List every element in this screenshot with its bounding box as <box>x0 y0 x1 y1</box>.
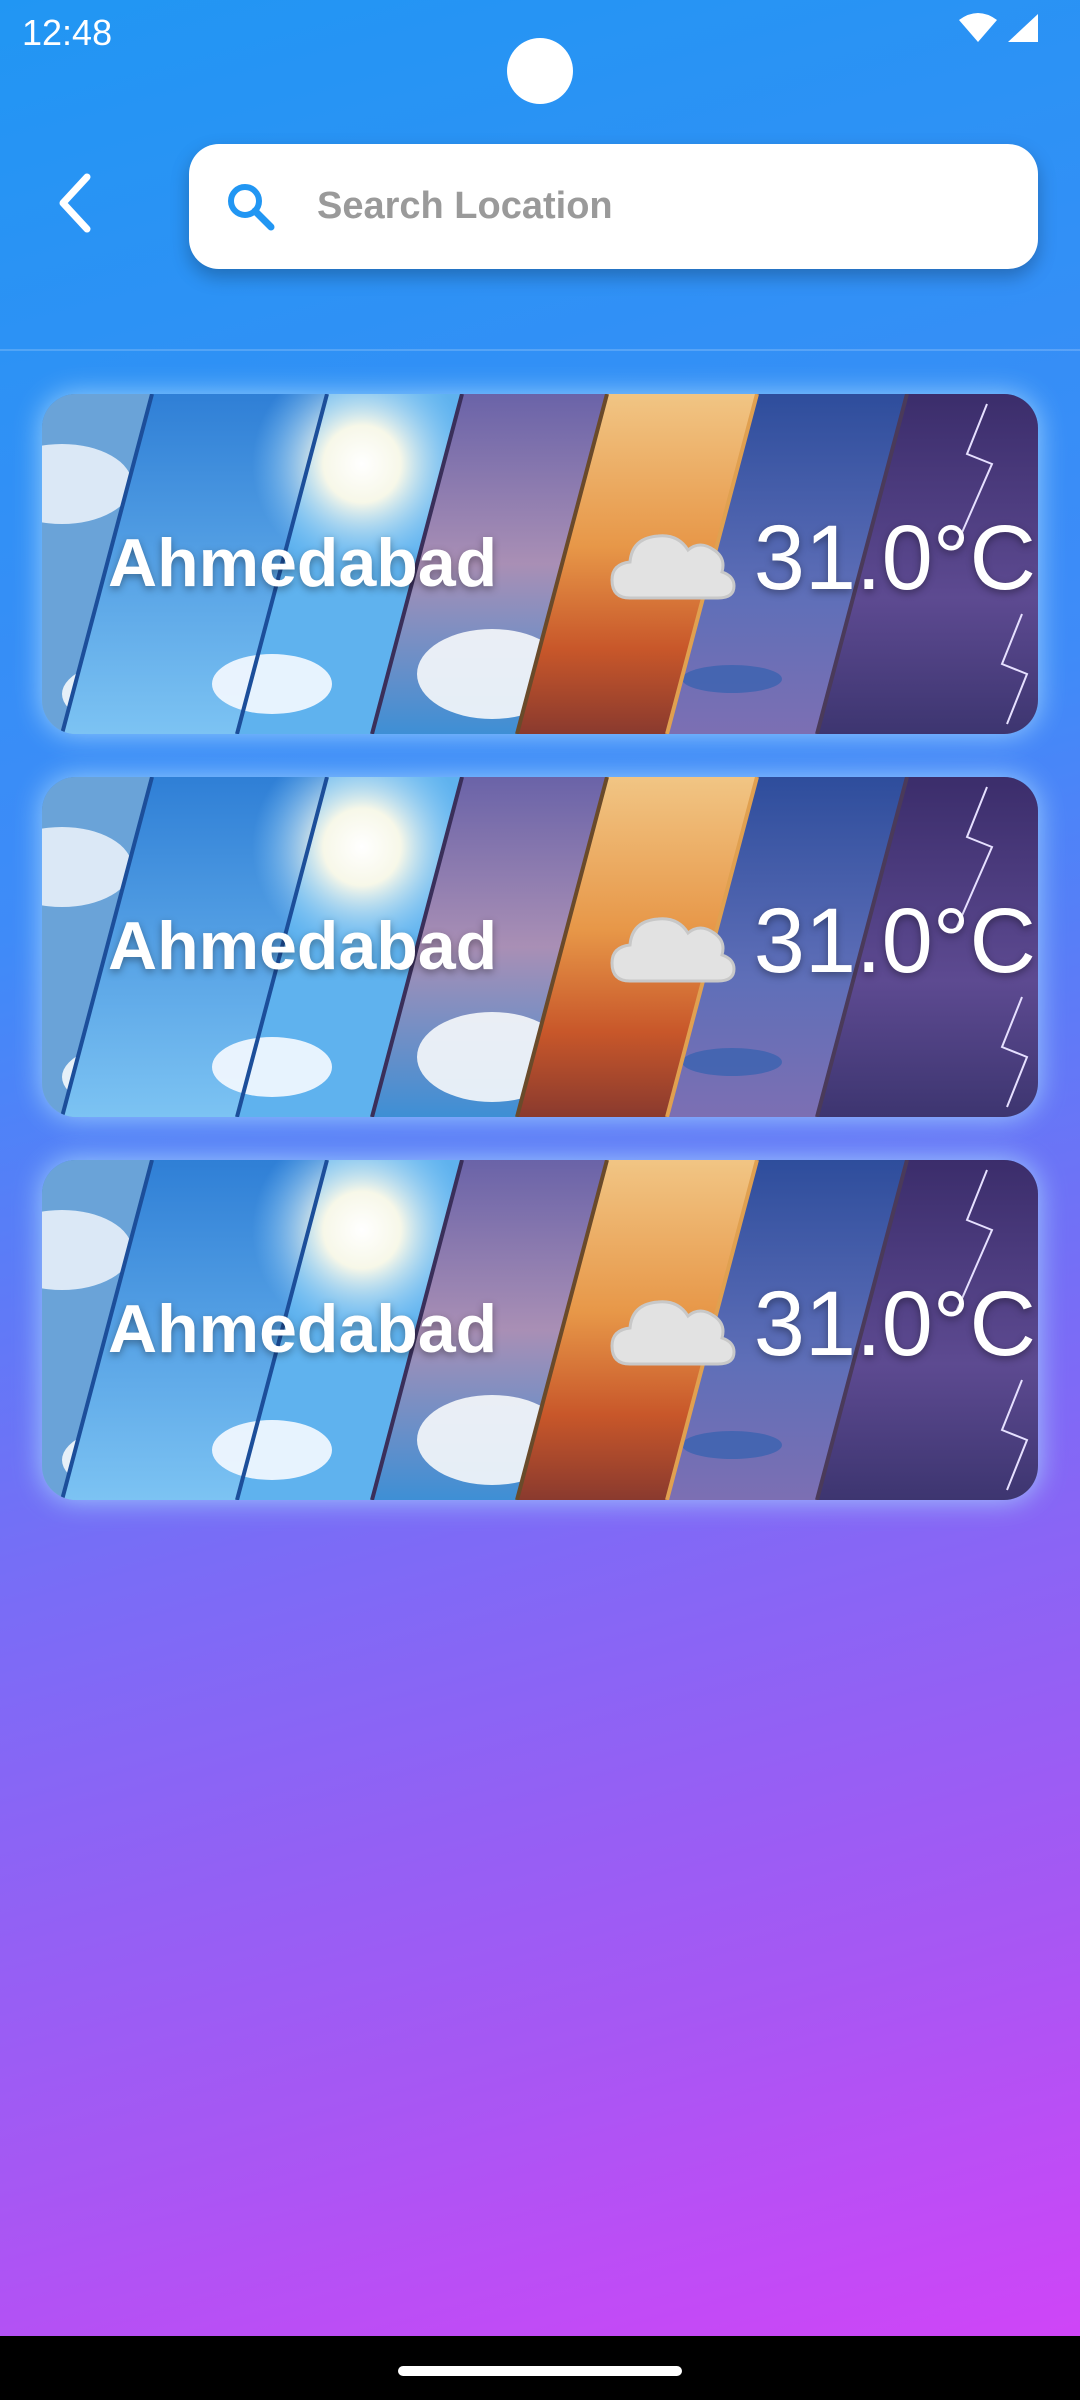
status-time: 12:48 <box>22 12 113 53</box>
status-icons <box>958 12 1040 49</box>
wifi-icon <box>958 12 998 49</box>
city-name: Ahmedabad <box>108 1291 498 1367</box>
header-divider <box>0 349 1080 351</box>
temperature: 31.0°C <box>753 1273 1036 1375</box>
temperature: 31.0°C <box>753 890 1036 992</box>
cloud-icon <box>608 1286 738 1376</box>
cloud-icon <box>608 520 738 610</box>
cloud-icon <box>608 903 738 993</box>
city-name: Ahmedabad <box>108 908 498 984</box>
camera-cutout <box>507 38 573 104</box>
app-bar <box>0 140 1080 280</box>
location-card[interactable]: Ahmedabad 31.0°C <box>42 777 1038 1117</box>
cellular-signal-icon <box>1006 12 1040 49</box>
search-icon <box>221 177 281 237</box>
chevron-left-icon <box>53 171 97 240</box>
search-box[interactable] <box>189 144 1038 269</box>
system-nav-bar <box>0 2336 1080 2400</box>
search-input[interactable] <box>315 184 999 229</box>
status-bar: 12:48 <box>0 0 1080 104</box>
location-card[interactable]: Ahmedabad 31.0°C <box>42 394 1038 734</box>
city-name: Ahmedabad <box>108 525 498 601</box>
location-list: Ahmedabad 31.0°C Ahmedabad 31.0°C Ahmeda… <box>42 394 1038 1543</box>
temperature: 31.0°C <box>753 507 1036 609</box>
home-gesture-handle[interactable] <box>398 2366 682 2376</box>
back-button[interactable] <box>40 170 110 240</box>
location-card[interactable]: Ahmedabad 31.0°C <box>42 1160 1038 1500</box>
